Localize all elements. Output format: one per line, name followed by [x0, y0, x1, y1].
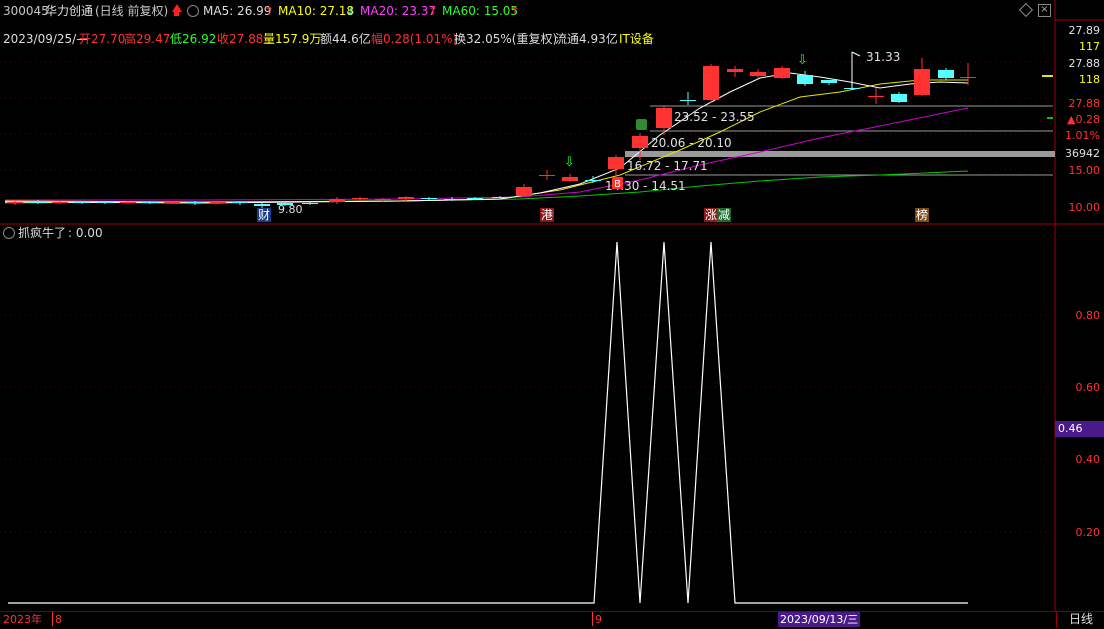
- candle-body: [632, 136, 648, 148]
- range-label-1: 23.52 - 23.55: [674, 110, 755, 124]
- candle-body: [891, 94, 907, 102]
- peak-pointer: [851, 51, 861, 57]
- candle-body: [398, 197, 414, 199]
- candle-body: [868, 96, 884, 97]
- candle-body: [142, 202, 158, 203]
- indicator-axis-060: 0.60: [1075, 381, 1101, 394]
- candle-body: [585, 180, 601, 181]
- event-tag-finance[interactable]: 财: [257, 208, 272, 222]
- candle-body: [797, 75, 813, 84]
- candle-body: [703, 66, 719, 100]
- candle-body: [467, 198, 483, 199]
- indicator-axis-040: 0.40: [1075, 453, 1101, 466]
- axis-change-pct: 1.01%: [1065, 129, 1100, 142]
- event-tag-limit-up[interactable]: 涨: [704, 208, 719, 222]
- axis-volume-1: 117: [1079, 40, 1100, 53]
- axis-price-10: 10.00: [1068, 201, 1101, 214]
- candle-body: [938, 70, 954, 78]
- time-axis-sep: 9: [595, 613, 602, 626]
- candle-body: [352, 198, 368, 199]
- candle-body: [421, 198, 437, 199]
- time-axis-bar: [0, 611, 1104, 629]
- time-axis-year: 2023年: [3, 613, 42, 626]
- indicator-gridlines: [0, 314, 1055, 533]
- peak-label: 31.33: [866, 50, 900, 64]
- axis-price-15: 15.00: [1068, 164, 1101, 177]
- indicator-series-line: [8, 241, 968, 604]
- indicator-axis-080: 0.80: [1075, 309, 1101, 322]
- ma60-line: [4, 170, 969, 204]
- candle-body: [774, 68, 790, 78]
- down-arrow-icon: ⇩: [564, 155, 575, 170]
- candle-body: [302, 203, 318, 204]
- candle-body: [608, 157, 624, 169]
- candle-body: [750, 72, 766, 76]
- candle-body: [52, 202, 68, 203]
- candle-body: [656, 108, 672, 128]
- axis-price-2: 27.88: [1068, 57, 1101, 70]
- buy-marker-label: B: [614, 179, 621, 190]
- time-axis-aug: 8: [55, 613, 62, 626]
- candlesticks: [7, 58, 976, 208]
- candle-body: [164, 202, 180, 203]
- low-label: 9.80: [278, 203, 303, 216]
- candle-body: [210, 202, 226, 203]
- axis-volume-2: 118: [1079, 73, 1100, 86]
- ma5-line: [4, 72, 969, 204]
- candle-body: [187, 202, 203, 203]
- cursor-date-badge: 2023/09/13/三: [778, 612, 861, 627]
- time-axis-tick: [52, 612, 53, 626]
- axis-volume-3: 36942: [1065, 147, 1100, 160]
- axis-price-close: 27.88: [1068, 97, 1101, 110]
- candle-body: [120, 202, 136, 203]
- candle-body: [30, 202, 46, 203]
- candle-body: [97, 202, 113, 203]
- volume-band: [625, 151, 1055, 157]
- candle-body: [539, 175, 555, 176]
- candle-body: [254, 204, 270, 206]
- period-selector[interactable]: 日线: [1056, 612, 1104, 628]
- candle-body: [844, 88, 860, 89]
- candle-body: [914, 69, 930, 95]
- range-label-2: 20.06 - 20.10: [651, 136, 732, 150]
- ma10-line: [4, 79, 968, 203]
- candle-body: [444, 199, 460, 200]
- time-axis-tick: [592, 612, 593, 626]
- candle-body: [821, 80, 837, 83]
- candle-body: [232, 202, 248, 203]
- candle-body: [492, 197, 508, 198]
- signal-square-icon: [636, 119, 647, 130]
- event-tag-hk[interactable]: 港: [540, 208, 555, 222]
- candle-body: [562, 177, 578, 181]
- event-tag-list[interactable]: 榜: [915, 208, 930, 222]
- candle-body: [74, 202, 90, 203]
- axis-price-high: 27.89: [1068, 24, 1101, 37]
- candle-body: [960, 77, 976, 78]
- down-arrow-icon: ⇩: [797, 53, 808, 68]
- candle-body: [329, 199, 345, 202]
- candle-body: [375, 199, 391, 200]
- candle-body: [7, 202, 23, 203]
- price-chart[interactable]: 31.33 9.80 23.52 - 23.55 20.06 - 20.10 1…: [0, 0, 1104, 225]
- candle-body: [680, 100, 696, 101]
- indicator-axis-020: 0.20: [1075, 526, 1101, 539]
- axis-change: ▲0.28: [1067, 113, 1100, 126]
- range-label-3: 16.72 - 17.71: [627, 159, 708, 173]
- indicator-chart[interactable]: [0, 225, 1104, 611]
- candle-body: [727, 69, 743, 72]
- candle-body: [516, 187, 532, 196]
- indicator-current-badge: 0.46: [1055, 421, 1104, 437]
- event-tag-reduce[interactable]: 减: [717, 208, 732, 222]
